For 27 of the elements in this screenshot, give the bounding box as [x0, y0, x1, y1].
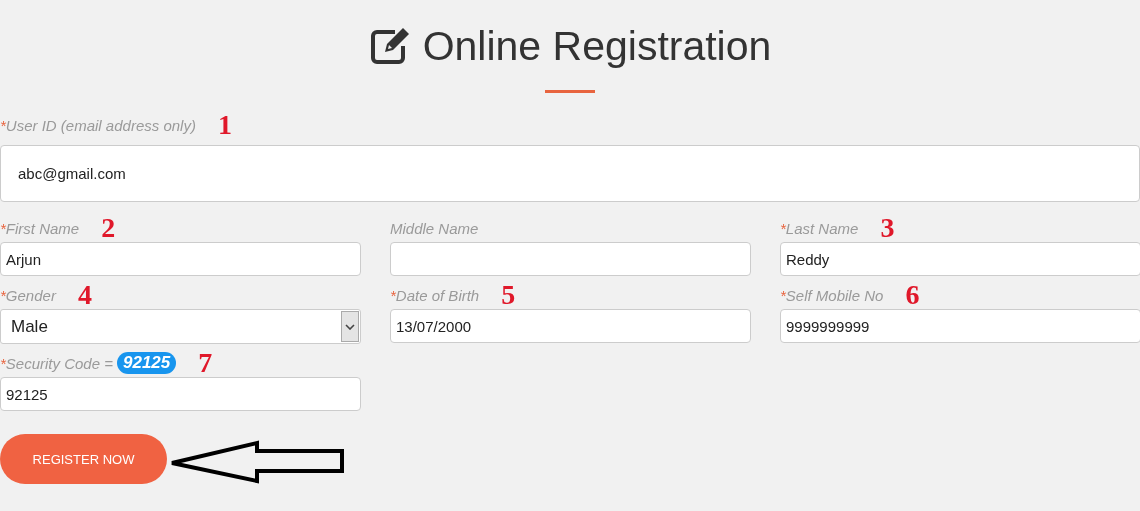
- input-field[interactable]: Reddy: [780, 242, 1140, 276]
- annotation-number: 4: [77, 281, 92, 309]
- annotation-number: 1: [217, 111, 232, 139]
- annotation-number: 2: [101, 214, 116, 242]
- field-label: *Self Mobile No: [780, 286, 884, 304]
- caret-icon: [345, 323, 355, 330]
- field-label: *First Name: [0, 219, 80, 237]
- field-label: *Date of Birth: [390, 286, 480, 304]
- title-underline: [545, 90, 595, 93]
- field-label: *User ID (email address only): [0, 116, 196, 134]
- field-label: Middle Name: [390, 219, 479, 237]
- annotation-number: 5: [501, 281, 516, 309]
- annotation-number: 7: [198, 349, 213, 377]
- input-field[interactable]: [390, 242, 751, 276]
- field-label: *Last Name: [780, 219, 859, 237]
- field-label: *Security Code =: [0, 354, 113, 372]
- annotation-number: 6: [905, 281, 920, 309]
- security-code-badge: 92125: [117, 352, 177, 374]
- page-title: Online Registration: [422, 22, 772, 71]
- input-field[interactable]: abc@gmail.com: [0, 145, 1140, 202]
- annotation-number: 3: [880, 214, 895, 242]
- input-field[interactable]: 9999999999: [780, 309, 1140, 343]
- input-field[interactable]: 92125: [0, 377, 361, 411]
- input-field[interactable]: Arjun: [0, 242, 361, 276]
- gender-dropdown[interactable]: Male: [0, 309, 361, 344]
- input-field[interactable]: 13/07/2000: [390, 309, 751, 343]
- field-label: *Gender: [0, 286, 56, 304]
